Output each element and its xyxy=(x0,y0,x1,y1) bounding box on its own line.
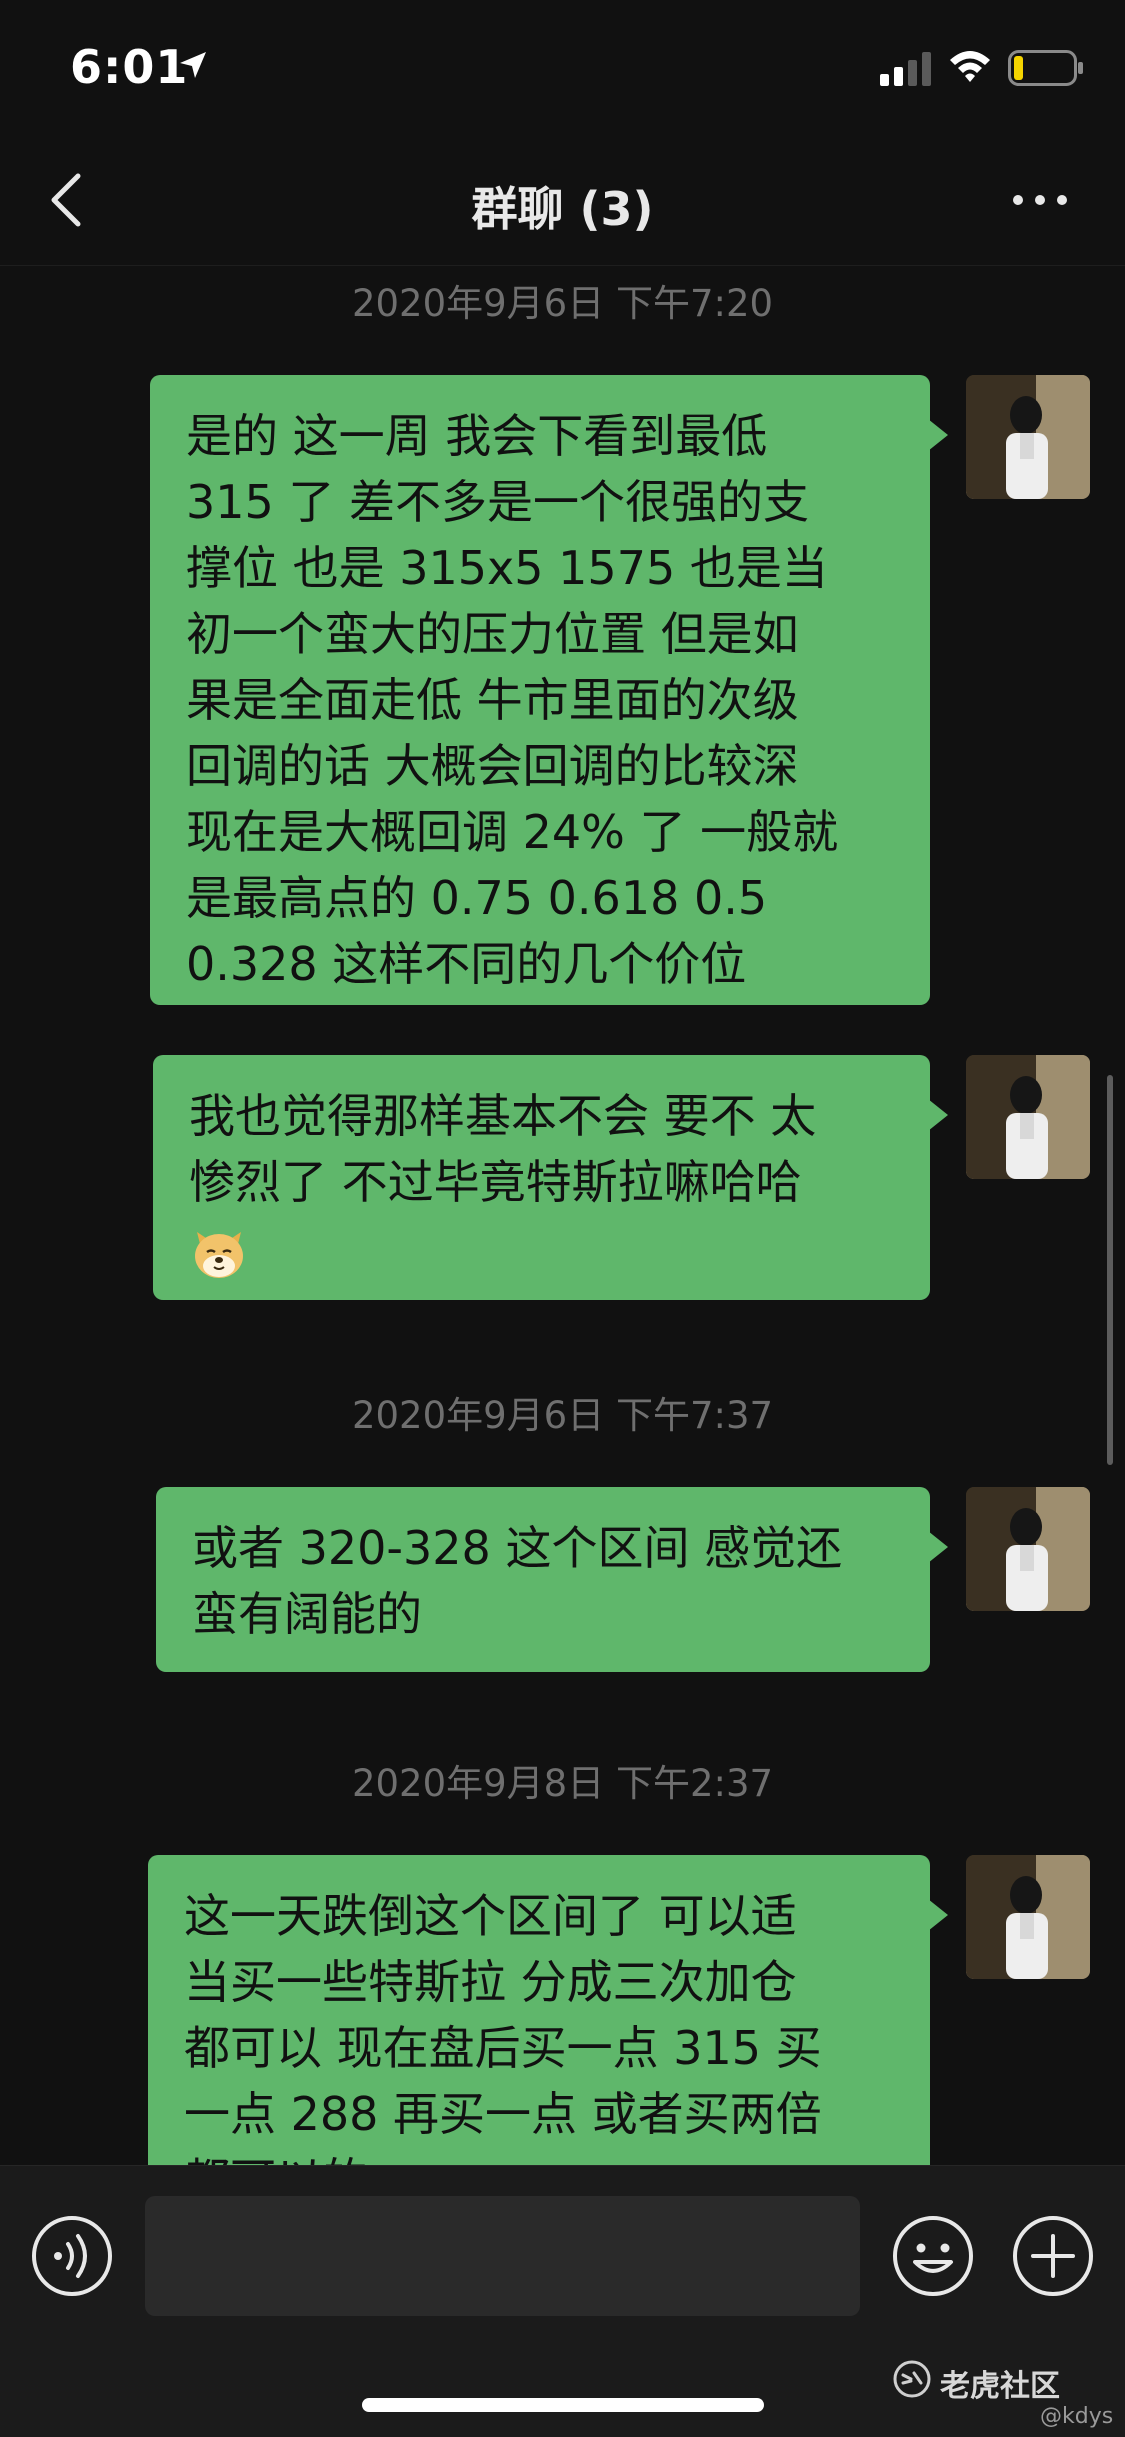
message-bubble[interactable]: 这一天跌倒这个区间了 可以适 当买一些特斯拉 分成三次加仓 都可以 现在盘后买一… xyxy=(148,1855,948,2165)
input-bar: 老虎社区 @kdys xyxy=(0,2165,1125,2437)
message-line: 蛮有阔能的 xyxy=(192,1587,422,1641)
message-line: 我也觉得那样基本不会 要不 太 xyxy=(189,1089,817,1143)
message-line: 或者 320-328 这个区间 感觉还 xyxy=(192,1521,843,1575)
home-indicator[interactable] xyxy=(362,2398,764,2412)
message-line: 果是全面走低 牛市里面的次级 xyxy=(186,673,799,727)
message-line: 0.328 这样不同的几个价位 xyxy=(186,937,747,991)
avatar[interactable] xyxy=(966,1055,1090,1179)
scrollbar[interactable] xyxy=(1107,1075,1113,1465)
message-line: 是最高点的 0.75 0.618 0.5 xyxy=(186,871,768,925)
emoji-icon[interactable] xyxy=(891,2214,975,2298)
watermark: 老虎社区 xyxy=(893,2360,1060,2404)
bubble-tail xyxy=(928,1899,948,1931)
message-bubble[interactable]: 我也觉得那样基本不会 要不 太 惨烈了 不过毕竟特斯拉嘛哈哈 xyxy=(153,1055,948,1300)
message-line: 撑位 也是 315x5 1575 也是当 xyxy=(186,541,828,595)
avatar[interactable] xyxy=(966,375,1090,499)
message-line: 惨烈了 不过毕竟特斯拉嘛哈哈 xyxy=(189,1155,802,1209)
person-photo-icon xyxy=(966,375,1090,499)
location-arrow-icon xyxy=(180,52,206,78)
avatar[interactable] xyxy=(966,1855,1090,1979)
bubble-tail xyxy=(928,419,948,451)
message-bubble[interactable]: 是的 这一周 我会下看到最低 315 了 差不多是一个很强的支 撑位 也是 31… xyxy=(150,375,948,1005)
watermark-brand: 老虎社区 xyxy=(940,2369,1060,2404)
message-list[interactable]: 2020年9月6日 下午7:20 是的 这一周 我会下看到最低 315 了 差不… xyxy=(0,265,1125,2165)
tiger-logo-icon xyxy=(893,2360,931,2398)
message-line: 一点 288 再买一点 或者买两倍 xyxy=(184,2087,822,2141)
person-photo-icon xyxy=(966,1055,1090,1179)
message-line: 回调的话 大概会回调的比较深 xyxy=(186,739,799,793)
bubble-tail xyxy=(928,1531,948,1563)
message-line: 这一天跌倒这个区间了 可以适 xyxy=(184,1889,797,1943)
timestamp: 2020年9月8日 下午2:37 xyxy=(351,1762,774,1805)
chat-title: 群聊 (3) xyxy=(471,182,654,236)
status-time: 6:01 xyxy=(70,40,189,94)
message-input[interactable] xyxy=(145,2196,860,2316)
message-line: 都可以 现在盘后买一点 315 买 xyxy=(184,2021,822,2075)
chat-header: 群聊 (3) xyxy=(0,135,1125,266)
person-photo-icon xyxy=(966,1855,1090,1979)
message-line: 315 了 差不多是一个很强的支 xyxy=(186,475,810,529)
signal-icon xyxy=(880,52,931,86)
person-photo-icon xyxy=(966,1487,1090,1611)
bubble-tail xyxy=(928,1099,948,1131)
wifi-icon xyxy=(950,51,990,82)
plus-icon[interactable] xyxy=(1011,2214,1095,2298)
emoji-line xyxy=(189,1215,894,1282)
timestamp: 2020年9月6日 下午7:20 xyxy=(351,282,774,325)
message-line: 初一个蛮大的压力位置 但是如 xyxy=(186,607,799,661)
avatar[interactable] xyxy=(966,1487,1090,1611)
timestamp: 2020年9月6日 下午7:37 xyxy=(351,1394,774,1437)
battery-icon xyxy=(1008,50,1083,86)
voice-icon[interactable] xyxy=(30,2214,114,2298)
message-line: 是的 这一周 我会下看到最低 xyxy=(186,409,768,463)
message-line: 现在是大概回调 24% 了 一般就 xyxy=(186,805,839,859)
watermark-handle: @kdys xyxy=(1040,2404,1114,2429)
message-line: 当买一些特斯拉 分成三次加仓 xyxy=(184,1955,797,2009)
status-bar: 6:01 xyxy=(0,0,1125,135)
message-line: 都可以的 xyxy=(184,2147,894,2165)
message-bubble[interactable]: 或者 320-328 这个区间 感觉还 蛮有阔能的 xyxy=(156,1487,948,1672)
more-icon[interactable] xyxy=(1010,188,1070,212)
dog-emoji-icon xyxy=(195,1231,243,1278)
